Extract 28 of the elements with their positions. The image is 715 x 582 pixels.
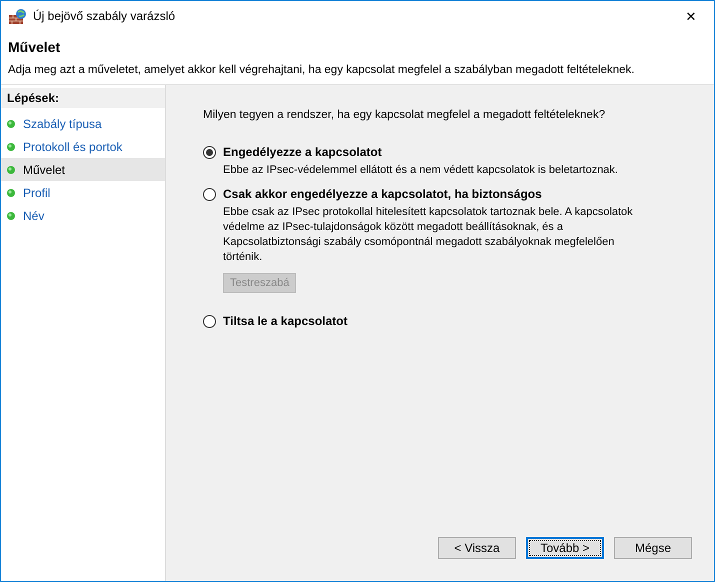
step-item[interactable]: Profil xyxy=(1,181,165,204)
status-dot-icon xyxy=(7,120,15,128)
step-item[interactable]: Név xyxy=(1,204,165,227)
step-item[interactable]: Protokoll és portok xyxy=(1,135,165,158)
step-item[interactable]: Művelet xyxy=(1,158,165,181)
radio-button[interactable] xyxy=(203,188,216,200)
status-dot-icon xyxy=(7,212,15,220)
dialog-button[interactable]: Mégse xyxy=(614,537,692,559)
steps-heading: Lépések: xyxy=(1,88,165,108)
status-dot-icon xyxy=(7,188,15,196)
question-text: Milyen tegyen a rendszer, ha egy kapcsolat megfelel a megadott feltételeknek? xyxy=(203,109,606,121)
option-description: Ebbe csak az IPsec protokollal hitelesített kapcsolatok tartoznak bele. A kapcsolatok védelme az IPsec-tulajdonságok között megadott beállításoknak, és a Kapcsolatbiztonsági szabály csomópontnál megadott szabályoknak megfelelően történik. xyxy=(223,205,634,265)
status-dot-icon xyxy=(7,166,15,174)
status-dot-icon xyxy=(7,142,15,150)
dialog-button[interactable]: Tovább > xyxy=(526,537,604,559)
step-item[interactable]: Szabály típusa xyxy=(1,112,165,135)
close-button[interactable]: ✕ xyxy=(668,8,714,24)
window-title: Új bejövő szabály varázsló xyxy=(33,9,176,23)
radio-button[interactable] xyxy=(203,314,216,328)
option-label[interactable]: Tiltsa le a kapcsolatot xyxy=(223,314,348,328)
firewall-icon xyxy=(9,8,27,24)
option-label[interactable]: Csak akkor engedélyezze a kapcsolatot, ha biztonságos xyxy=(223,187,542,201)
page-title: Művelet xyxy=(8,39,62,55)
page-description: Adja meg azt a műveletet, amelyet akkor kell végrehajtani, ha egy kapcsolat megfelel a szabályban megadott feltételeknek. xyxy=(8,64,636,76)
option-label[interactable]: Engedélyezze a kapcsolatot xyxy=(223,145,382,159)
radio-button[interactable] xyxy=(203,146,216,158)
dialog-button[interactable]: < Vissza xyxy=(438,537,516,559)
option-description: Ebbe az IPsec-védelemmel ellátott és a nem védett kapcsolatok is beletartoznak. xyxy=(223,163,619,178)
